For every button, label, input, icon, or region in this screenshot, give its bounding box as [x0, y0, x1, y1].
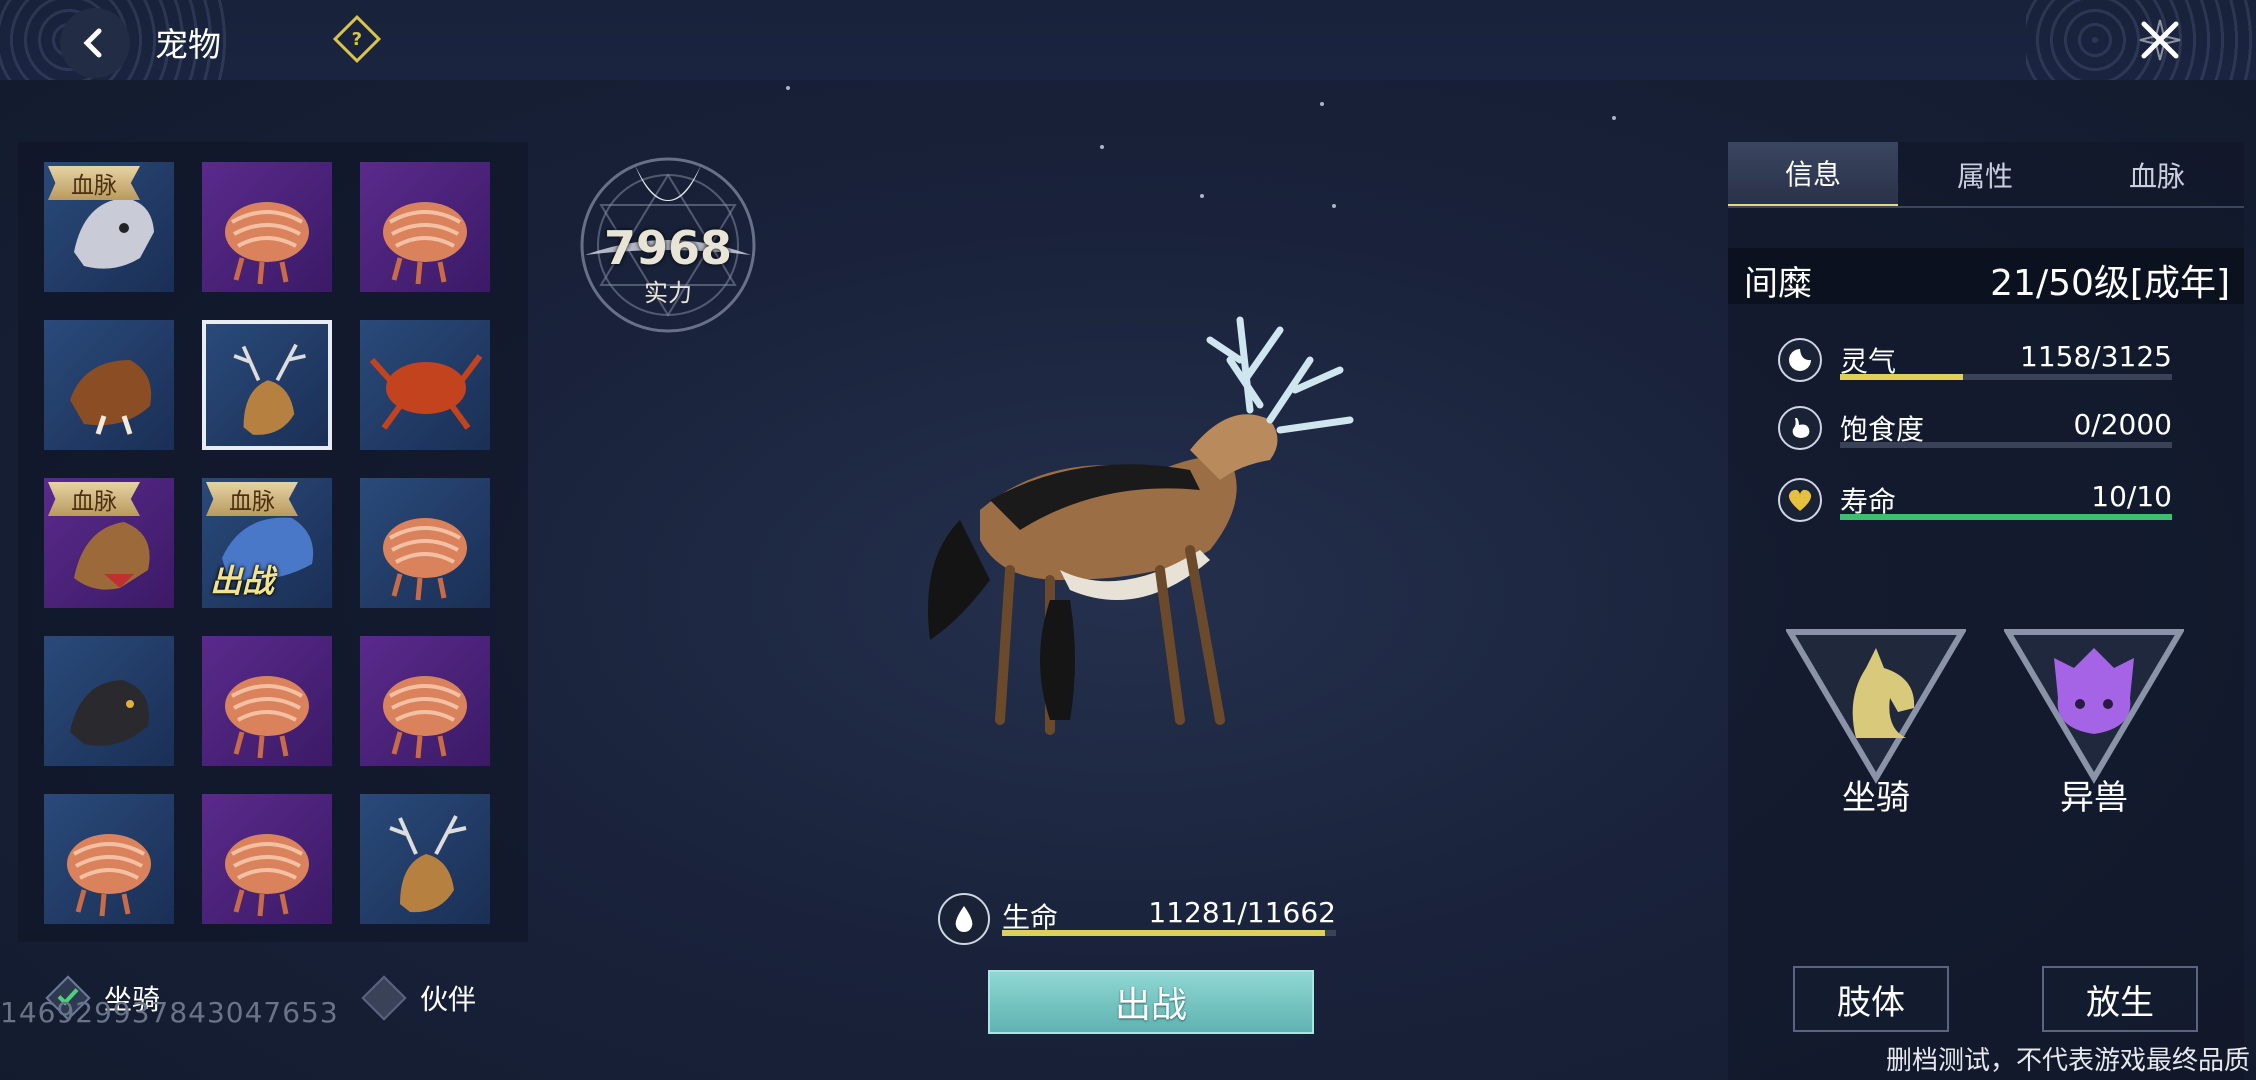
shrimp-beast-portrait — [225, 676, 309, 759]
power-value: 7968 — [603, 221, 733, 275]
bloodline-tag: 血脉 — [48, 166, 140, 200]
release-button[interactable]: 放生 — [2042, 966, 2198, 1032]
limbs-button[interactable]: 肢体 — [1793, 966, 1949, 1032]
type-mount-label: 坐骑 — [1842, 778, 1910, 818]
deploy-button[interactable]: 出战 — [988, 970, 1314, 1034]
tab-divider — [1728, 206, 2244, 208]
pet-slot[interactable]: 血脉 — [44, 478, 174, 608]
tab-attributes[interactable]: 属性 — [1900, 142, 2070, 208]
deer-portrait — [233, 343, 306, 435]
heart-icon — [1778, 478, 1822, 522]
checkbox-diamond-icon — [361, 975, 407, 1021]
pet-slot[interactable] — [360, 794, 490, 924]
tab-bloodline[interactable]: 血脉 — [2072, 142, 2242, 208]
stat-bar — [1840, 374, 2172, 380]
stat-bar-fill — [1840, 514, 2172, 520]
shrimp-beast-portrait — [67, 834, 151, 917]
pet-slot[interactable] — [44, 320, 174, 450]
shrimp-beast-portrait — [383, 676, 467, 759]
page-title: 宠物 — [155, 25, 221, 64]
type-beast-label: 异兽 — [2060, 778, 2128, 818]
droplet-icon — [938, 893, 990, 945]
stat-value: 10/10 — [2091, 480, 2172, 513]
deer-3d-model[interactable] — [900, 300, 1370, 760]
pet-slot[interactable] — [44, 636, 174, 766]
filter-partner-label: 伙伴 — [420, 983, 477, 1016]
pet-slot[interactable]: 血脉 — [44, 162, 174, 292]
stat-bar — [1840, 514, 2172, 520]
pet-slot[interactable] — [202, 162, 332, 292]
boar-portrait — [70, 360, 152, 435]
pet-slot[interactable] — [360, 320, 490, 450]
deployed-tag: 出战 — [210, 562, 275, 600]
stat-value: 0/2000 — [2073, 408, 2172, 441]
pet-level: 21/50级[成年] — [1990, 263, 2230, 304]
pet-slot[interactable] — [202, 320, 332, 450]
shrimp-beast-portrait — [383, 518, 467, 601]
close-button[interactable] — [2124, 4, 2196, 76]
disclaimer-text: 删档测试，不代表游戏最终品质 — [1885, 1046, 2250, 1076]
stat-bar-fill — [1840, 374, 1963, 380]
stat-value: 1158/3125 — [2020, 340, 2172, 373]
user-id-watermark: 1469299378430476​53 — [0, 996, 339, 1029]
back-button[interactable] — [60, 8, 130, 78]
chevron-left-icon — [83, 28, 102, 58]
power-label: 实力 — [644, 279, 692, 307]
pet-slot[interactable] — [202, 636, 332, 766]
bloodline-tag: 血脉 — [206, 482, 298, 516]
pet-slot[interactable] — [202, 794, 332, 924]
close-x-icon — [2139, 19, 2181, 61]
crab-portrait — [369, 354, 483, 430]
pet-slot[interactable] — [360, 636, 490, 766]
tab-info[interactable]: 信息 — [1728, 142, 1898, 208]
hp-bar-fill — [1002, 930, 1325, 936]
spirit-swirl-icon — [1778, 338, 1822, 382]
filter-partner[interactable]: 伙伴 — [361, 975, 477, 1021]
bloodline-tag: 血脉 — [48, 482, 140, 516]
pet-name: 间糜 — [1744, 264, 1812, 304]
shrimp-beast-portrait — [383, 202, 467, 285]
pet-slot[interactable] — [360, 162, 490, 292]
shrimp-beast-portrait — [225, 834, 309, 917]
stomach-icon — [1778, 406, 1822, 450]
hp-value: 11281/11662 — [1148, 896, 1336, 929]
stat-bar — [1840, 442, 2172, 448]
deer-portrait — [389, 815, 467, 913]
power-badge: 7968 实力 — [575, 145, 761, 335]
pet-slot[interactable]: 血脉出战 — [202, 478, 332, 608]
pet-slot[interactable] — [44, 794, 174, 924]
black-bear-portrait — [70, 680, 149, 746]
shrimp-beast-portrait — [225, 202, 309, 285]
pet-slot[interactable] — [360, 478, 490, 608]
hp-bar — [1002, 930, 1336, 936]
